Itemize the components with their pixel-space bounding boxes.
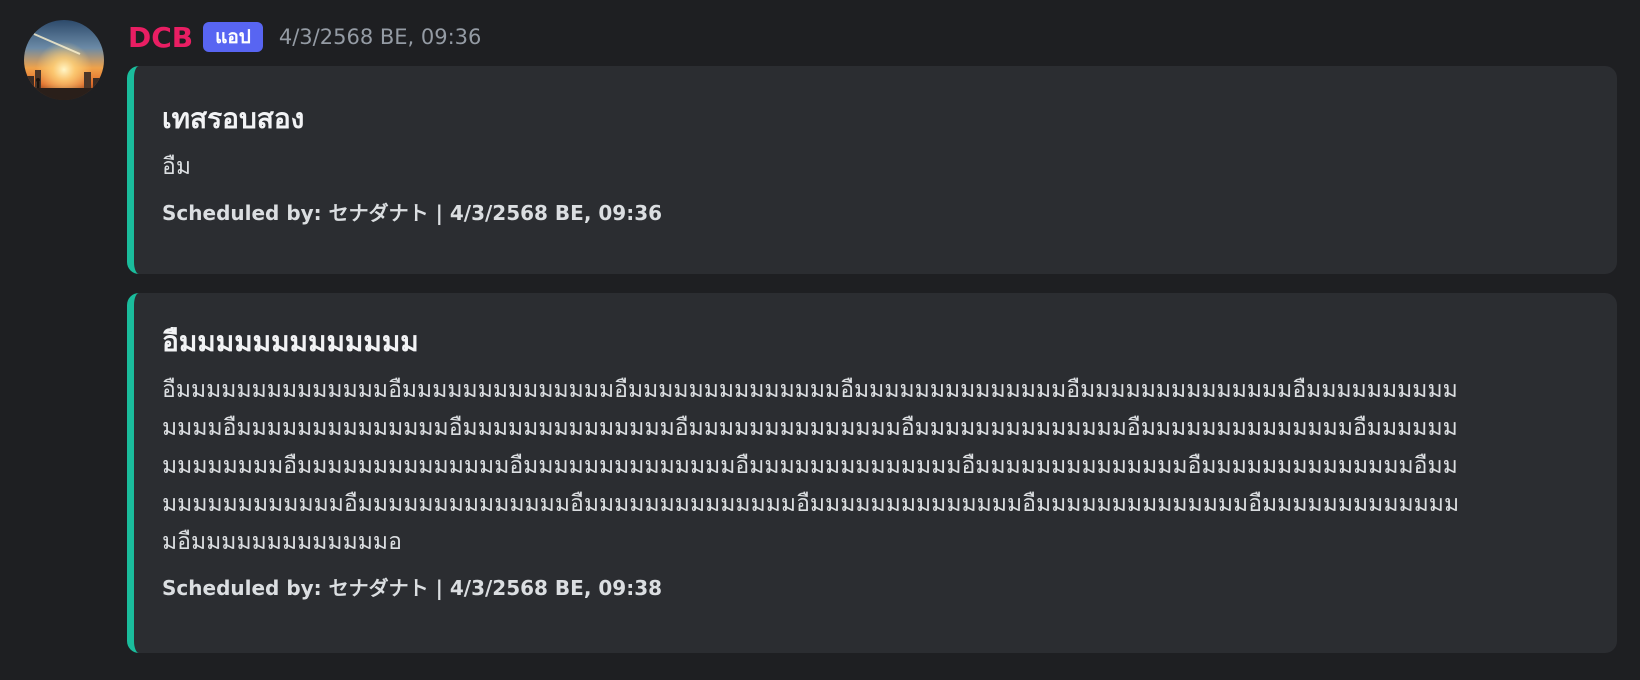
embed-title: อืมมมมมมมมมมมมม	[162, 325, 419, 358]
embed-title: เทสรอบสอง	[162, 102, 305, 135]
embed-description: อืมมมมมมมมมมมมมมอืมมมมมมมมมมมมมมอืมมมมมม…	[162, 377, 1460, 555]
sunset-city-avatar-icon	[24, 20, 104, 100]
embed-footer: Scheduled by: セナダナト | 4/3/2568 BE, 09:38	[162, 576, 663, 600]
app-badge: แอป	[203, 22, 263, 52]
embed-card: อืมมมมมมมมมมมมม อืมมมมมมมมมมมมมมอืมมมมมม…	[127, 293, 1617, 653]
embed-footer: Scheduled by: セナダナト | 4/3/2568 BE, 09:36	[162, 201, 663, 225]
avatar[interactable]	[24, 20, 104, 100]
chat-message: DCB แอป 4/3/2568 BE, 09:36 เทสรอบสอง อืม…	[0, 0, 1640, 680]
author-username[interactable]: DCB	[128, 21, 193, 54]
embed-description: อืม	[162, 154, 191, 180]
embed-card: เทสรอบสอง อืม Scheduled by: セナダナト | 4/3/…	[127, 66, 1617, 274]
message-header: DCB แอป 4/3/2568 BE, 09:36	[128, 18, 481, 56]
message-timestamp[interactable]: 4/3/2568 BE, 09:36	[279, 25, 482, 49]
